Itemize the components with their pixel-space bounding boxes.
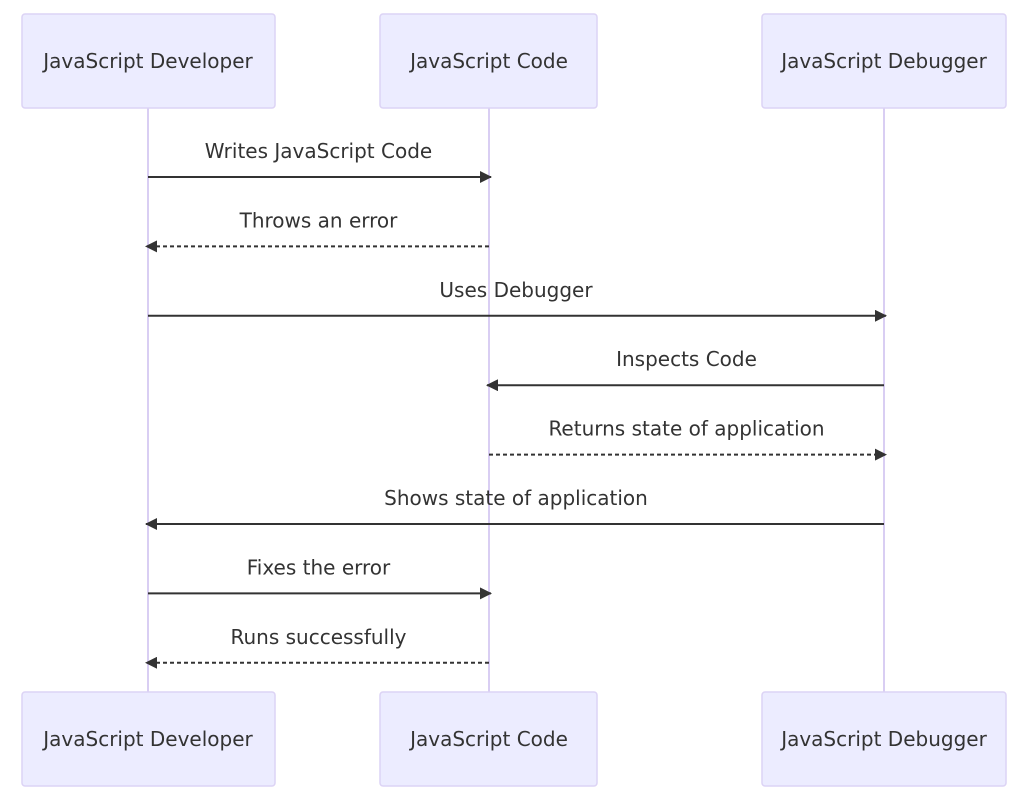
message: Returns state of application (489, 417, 887, 461)
message: Writes JavaScript Code (148, 139, 492, 183)
actor-label: JavaScript Code (408, 49, 568, 73)
message: Shows state of application (145, 486, 884, 530)
message-label: Fixes the error (247, 555, 391, 579)
message-label: Writes JavaScript Code (205, 139, 432, 163)
actor-box-top: JavaScript Debugger (761, 13, 1007, 109)
message-label: Shows state of application (384, 486, 648, 510)
actor-box-bottom: JavaScript Debugger (761, 691, 1007, 787)
message: Runs successfully (145, 625, 489, 669)
actor-label: JavaScript Code (408, 727, 568, 751)
actor-box-bottom: JavaScript Code (379, 691, 598, 787)
sequence-diagram: JavaScript Developer JavaScript Developer… (21, 13, 1007, 787)
message-label: Returns state of application (548, 417, 824, 441)
message: Throws an error (145, 208, 489, 253)
message: Inspects Code (486, 347, 884, 392)
actor-box-top: JavaScript Developer (21, 13, 276, 109)
message-label: Runs successfully (230, 625, 406, 649)
actor-box-top: JavaScript Code (379, 13, 598, 109)
message: Fixes the error (148, 555, 492, 600)
message-label: Inspects Code (616, 347, 757, 371)
actor-box-bottom: JavaScript Developer (21, 691, 276, 787)
actor-label: JavaScript Developer (41, 49, 253, 73)
actor-label: JavaScript Debugger (779, 49, 987, 73)
message-label: Uses Debugger (439, 278, 593, 302)
actor-label: JavaScript Debugger (779, 727, 987, 751)
actor-label: JavaScript Developer (41, 727, 253, 751)
message: Uses Debugger (148, 278, 887, 322)
message-label: Throws an error (239, 208, 399, 232)
